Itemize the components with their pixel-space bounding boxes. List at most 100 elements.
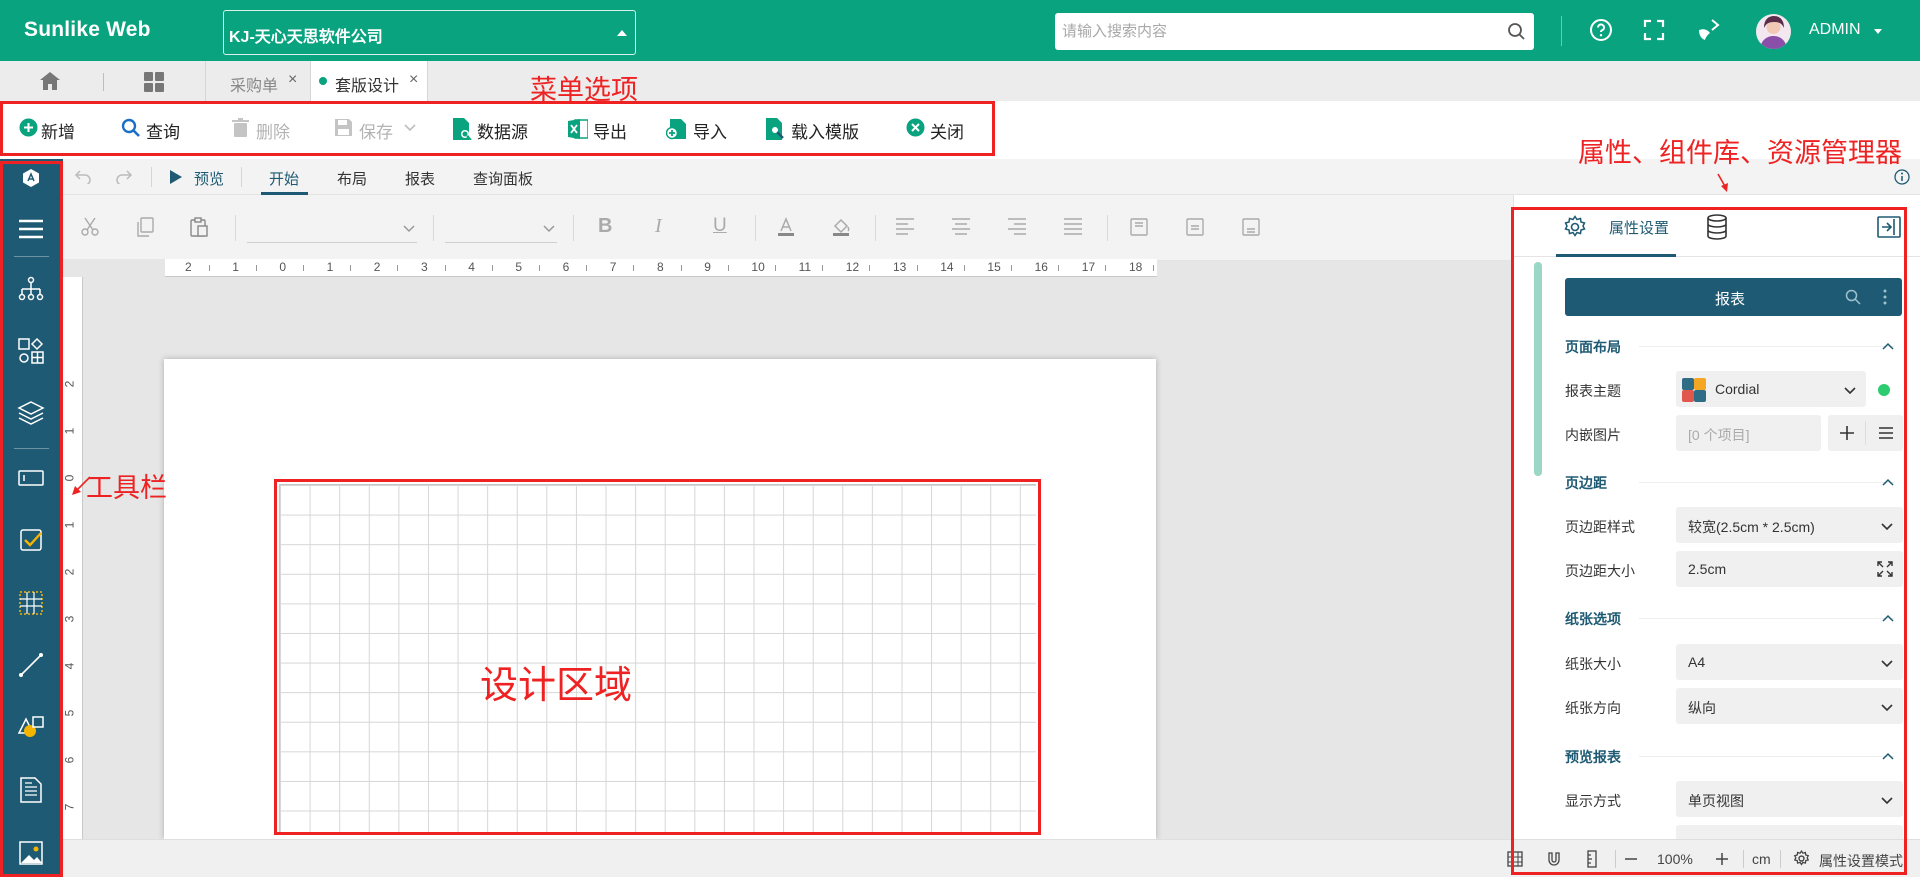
ruler-mark: 9 (704, 260, 711, 274)
vertical-ruler: 2101234567 (62, 277, 83, 839)
format-divider (755, 215, 756, 241)
ruler-tick (727, 265, 729, 271)
close-icon[interactable]: × (288, 71, 297, 89)
tab-layout[interactable]: 布局 (337, 168, 367, 189)
ruler-mark: 7 (62, 803, 77, 811)
ruler-mark: 13 (893, 260, 907, 274)
copy-icon[interactable] (135, 217, 155, 242)
ruler-tick (255, 265, 257, 271)
app-header: Sunlike Web KJ-天心天思软件公司 ADMIN (0, 0, 1920, 61)
valign-bottom-icon[interactable] (1241, 217, 1261, 242)
caret-down-icon[interactable] (1874, 29, 1882, 34)
format-divider (875, 215, 876, 241)
tab-divider (103, 73, 104, 91)
bold-icon[interactable]: B (598, 215, 612, 238)
ruler-mark: 14 (940, 260, 954, 274)
annotation-menu: 菜单选项 (530, 75, 638, 105)
preview-label: 预览 (194, 171, 225, 188)
underline-icon[interactable]: U (713, 215, 727, 237)
annotation-box-design (274, 479, 1041, 835)
fill-color-icon[interactable] (831, 217, 851, 242)
annotation-arrow-icon (70, 475, 92, 502)
ruler-mark: 1 (232, 260, 239, 274)
tab-start[interactable]: 开始 (269, 168, 299, 189)
ruler-tick (303, 265, 304, 271)
search-icon[interactable] (1507, 22, 1526, 46)
ruler-mark: 2 (62, 568, 77, 576)
clean-brush-icon[interactable] (1696, 18, 1722, 47)
ruler-mark: 4 (62, 662, 77, 670)
user-name[interactable]: ADMIN (1809, 21, 1861, 39)
close-icon[interactable]: × (409, 71, 418, 89)
ruler-mark: 8 (657, 260, 664, 274)
ruler-mark: 0 (279, 260, 287, 274)
font-family-select[interactable] (247, 213, 417, 243)
ruler-mark: 3 (421, 260, 428, 274)
ribbon-divider (241, 167, 242, 187)
italic-icon[interactable]: I (655, 215, 662, 238)
ruler-mark: 18 (1129, 260, 1143, 274)
info-icon[interactable] (1894, 169, 1910, 190)
ruler-tick (397, 265, 399, 271)
ruler-tick (869, 265, 871, 271)
format-divider (235, 215, 236, 241)
tab-template-design[interactable]: 套版设计 × (310, 61, 428, 101)
format-divider (433, 215, 434, 241)
annotation-design: 设计区域 (480, 665, 633, 707)
ruler-mark: 2 (185, 260, 192, 274)
font-size-select[interactable] (445, 213, 557, 243)
cut-icon[interactable] (80, 217, 100, 242)
ruler-tick (208, 265, 210, 271)
redo-icon[interactable] (115, 168, 133, 189)
ruler-tick (1105, 265, 1107, 271)
ruler-mark: 2 (62, 380, 77, 388)
align-center-icon[interactable] (951, 217, 971, 240)
ruler-tick (680, 265, 682, 271)
tab-report[interactable]: 报表 (405, 168, 435, 189)
fullscreen-icon[interactable] (1642, 18, 1666, 47)
ruler-mark: 3 (62, 615, 77, 623)
ruler-mark: 1 (62, 427, 77, 435)
align-justify-icon[interactable] (1063, 217, 1083, 240)
valign-top-icon[interactable] (1129, 217, 1149, 242)
paste-icon[interactable] (189, 217, 209, 242)
tab-query-panel[interactable]: 查询面板 (473, 168, 533, 189)
company-select[interactable]: KJ-天心天思软件公司 (223, 10, 636, 55)
annotation-panel: 属性、组件库、资源管理器 (1578, 138, 1902, 168)
apps-grid-icon[interactable] (143, 71, 165, 98)
home-icon[interactable] (38, 70, 62, 97)
annotation-box-menu (0, 101, 995, 156)
ruler-corner (63, 259, 165, 277)
ruler-mark: 6 (62, 756, 77, 764)
ruler-mark: 5 (515, 260, 523, 274)
annotation-toolbar: 工具栏 (86, 473, 167, 503)
ruler-tick (633, 265, 635, 271)
ruler-tick (444, 265, 446, 271)
ruler-mark: 16 (1034, 260, 1048, 274)
ruler-tick (775, 265, 776, 271)
avatar[interactable] (1756, 14, 1791, 49)
ruler-mark: 4 (468, 260, 475, 274)
undo-icon[interactable] (74, 168, 92, 189)
ruler-mark: 2 (373, 260, 381, 274)
annotation-box-toolbar (0, 161, 63, 877)
align-right-icon[interactable] (1007, 217, 1027, 240)
company-name: KJ-天心天思软件公司 (229, 29, 383, 46)
ruler-mark: 6 (562, 260, 570, 274)
font-color-icon[interactable] (776, 217, 796, 242)
chevron-down-icon (543, 221, 555, 239)
ruler-tick (350, 265, 352, 271)
tab-purchase-order[interactable]: 采购单 × (206, 61, 310, 101)
ruler-tick (1058, 265, 1060, 271)
align-left-icon[interactable] (895, 217, 915, 240)
ruler-tick (1011, 265, 1012, 271)
header-divider (1561, 16, 1562, 46)
ruler-tick (963, 265, 965, 271)
global-search[interactable] (1055, 13, 1534, 50)
valign-middle-icon[interactable] (1185, 217, 1205, 242)
search-input[interactable] (1055, 13, 1495, 50)
tab-label: 采购单 (230, 78, 279, 95)
ruler-mark: 17 (1081, 260, 1096, 274)
app-logo: Sunlike Web (24, 18, 151, 41)
help-icon[interactable] (1589, 18, 1613, 47)
